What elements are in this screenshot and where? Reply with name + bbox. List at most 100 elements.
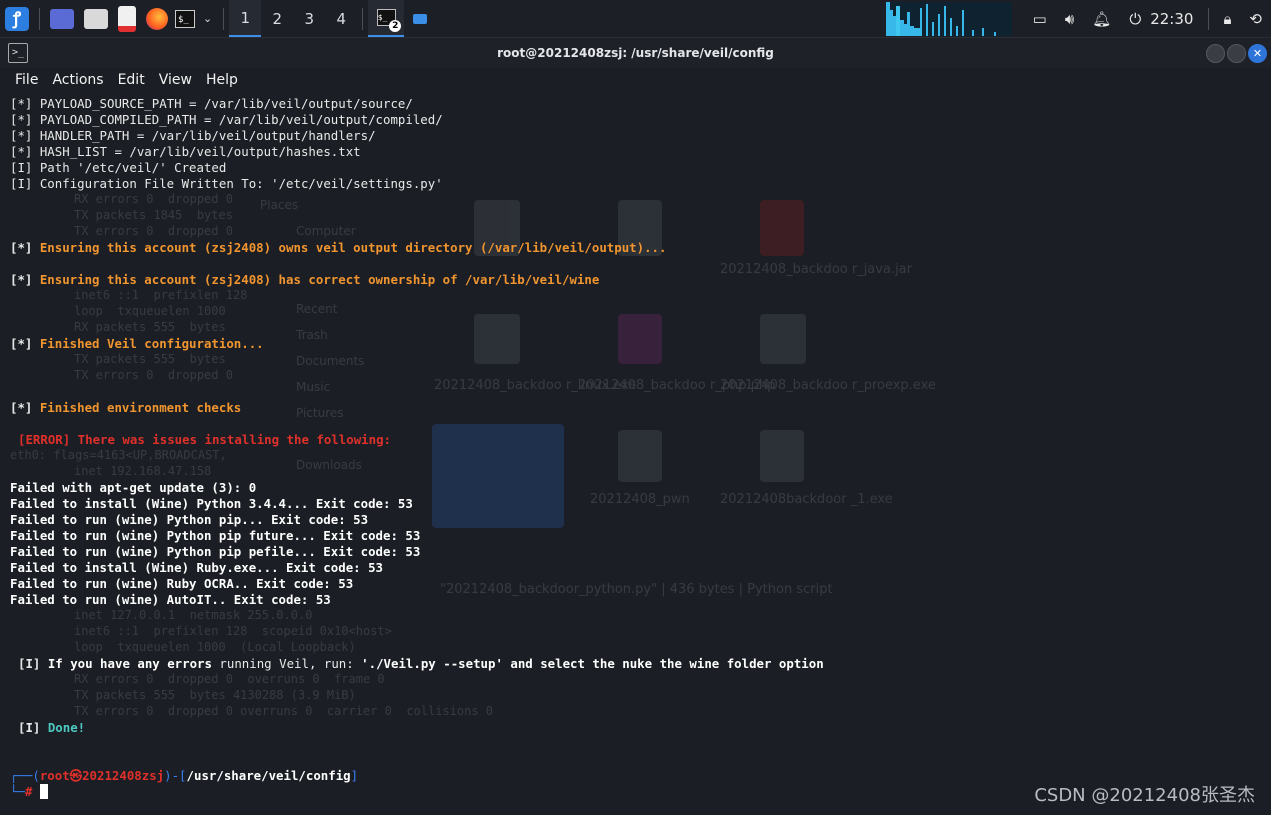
failure-line: Failed to install (Wine) Python 3.4.4...… bbox=[10, 496, 413, 511]
status-finished-config: [*] Finished Veil configuration... bbox=[10, 336, 264, 351]
folder-icon bbox=[84, 8, 108, 29]
folder-icon bbox=[413, 13, 428, 24]
config-line: [*] PAYLOAD_SOURCE_PATH = /var/lib/veil/… bbox=[10, 96, 413, 111]
text-cursor bbox=[39, 784, 48, 799]
maximize-button[interactable] bbox=[1227, 44, 1246, 63]
ghost-text-line: inet 127.0.0.1 netmask 255.0.0.0 bbox=[74, 608, 313, 622]
clock[interactable]: 22:30 bbox=[1150, 10, 1193, 28]
notification-bell-icon[interactable]: 🔔︎ bbox=[1092, 10, 1111, 28]
close-icon: ✕ bbox=[1252, 47, 1263, 60]
chevron-down-icon: ⌄ bbox=[203, 12, 213, 25]
ghost-file-icon bbox=[760, 200, 804, 256]
prompt-symbol: # bbox=[24, 784, 33, 799]
failure-line: Failed to run (wine) Python pip pefile..… bbox=[10, 544, 421, 559]
ghost-text-line: RX errors 0 dropped 0 bbox=[74, 192, 233, 206]
failure-line: Failed with apt-get update (3): 0 bbox=[10, 480, 257, 495]
launcher-dropdown[interactable]: ⌄ bbox=[197, 0, 218, 37]
menu-view[interactable]: View bbox=[159, 72, 192, 88]
ghost-place: Downloads bbox=[296, 458, 362, 472]
close-button[interactable]: ✕ bbox=[1248, 44, 1267, 63]
shell-prompt[interactable]: ┌──(root㉿20212408zsj)-[/usr/share/veil/c… bbox=[10, 768, 358, 784]
network-icon[interactable]: ▭ bbox=[1033, 10, 1047, 28]
terminal-output[interactable]: RX errors 0 dropped 0 TX packets 1845 by… bbox=[0, 92, 1271, 815]
prompt-path: /usr/share/veil/config bbox=[186, 768, 351, 783]
window-title: root@20212408zsj: /usr/share/veil/config bbox=[497, 46, 774, 60]
ghost-text-line: TX packets 1845 bytes bbox=[74, 208, 233, 222]
workspace-1[interactable]: 1 bbox=[229, 0, 262, 37]
file-manager-launcher[interactable] bbox=[79, 0, 113, 37]
workspace-3[interactable]: 3 bbox=[293, 0, 325, 37]
ghost-text-line: inet6 ::1 prefixlen 128 bbox=[74, 288, 248, 302]
text-editor-icon bbox=[118, 5, 136, 32]
ghost-text-line: RX errors 0 dropped 0 overruns 0 frame 0 bbox=[74, 672, 385, 686]
window-titlebar[interactable]: >_ root@20212408zsj: /usr/share/veil/con… bbox=[0, 38, 1271, 68]
failure-line: Failed to run (wine) Python pip... Exit … bbox=[10, 512, 369, 527]
system-tray: ▭ 🔊︎ 🔔︎ ⏻ 22:30 🔒︎ ⟲ bbox=[885, 0, 1271, 37]
ghost-text-line: TX errors 0 dropped 0 overruns 0 carrier… bbox=[74, 704, 494, 718]
config-line: [*] HANDLER_PATH = /var/lib/veil/output/… bbox=[10, 128, 376, 143]
minimize-button[interactable] bbox=[1206, 44, 1225, 63]
ghost-file-name: 20212408backdoor _1.exe bbox=[720, 492, 893, 507]
config-line: [I] Configuration File Written To: '/etc… bbox=[10, 176, 443, 191]
panel-separator bbox=[1208, 7, 1210, 30]
show-desktop-button[interactable] bbox=[45, 0, 79, 37]
failure-line: Failed to run (wine) Python pip future..… bbox=[10, 528, 421, 543]
ghost-file-icon bbox=[618, 314, 662, 364]
config-line: [*] HASH_LIST = /var/lib/veil/output/has… bbox=[10, 144, 361, 159]
failure-line: Failed to run (wine) AutoIT.. Exit code:… bbox=[10, 592, 331, 607]
workspace-4[interactable]: 4 bbox=[325, 0, 357, 37]
ghost-text-line: TX packets 555 bytes 4130288 (3.9 MiB) bbox=[74, 688, 356, 702]
ghost-file-icon bbox=[618, 430, 662, 482]
panel-separator bbox=[223, 7, 225, 30]
ghost-text-line: loop txqueuelen 1000 (Local Loopback) bbox=[74, 640, 356, 654]
panel-separator bbox=[39, 7, 40, 30]
menu-edit[interactable]: Edit bbox=[118, 72, 145, 88]
firefox-icon bbox=[146, 7, 168, 30]
error-header: [ERROR] There was issues installing the … bbox=[18, 432, 391, 447]
taskbar-file-manager[interactable] bbox=[404, 0, 436, 37]
menu-help[interactable]: Help bbox=[206, 72, 238, 88]
terminal-window-icon[interactable]: >_ bbox=[8, 43, 28, 63]
ghost-place: Places bbox=[260, 198, 299, 212]
ghost-file-name: 20212408_backdoo r_proexp.exe bbox=[720, 378, 936, 393]
watermark: CSDN @20212408张圣杰 bbox=[1034, 785, 1255, 806]
ghost-place: Computer bbox=[296, 224, 356, 238]
window-count-badge: 2 bbox=[389, 20, 402, 32]
background-window-ghost: RX errors 0 dropped 0 TX packets 1845 by… bbox=[0, 92, 1271, 815]
ghost-text-line: TX packets 555 bytes bbox=[74, 352, 226, 366]
cpu-graph-widget[interactable] bbox=[885, 1, 1012, 36]
logout-icon[interactable]: ⟲ bbox=[1249, 10, 1262, 28]
desktop-icon bbox=[50, 8, 74, 29]
menu-file[interactable]: File bbox=[15, 72, 38, 88]
firefox-launcher[interactable] bbox=[141, 0, 173, 37]
lock-icon[interactable]: 🔒︎ bbox=[1223, 10, 1231, 28]
taskbar-terminal-group[interactable]: $_ 2 bbox=[368, 0, 405, 37]
failure-line: Failed to install (Wine) Ruby.exe... Exi… bbox=[10, 560, 383, 575]
setup-hint: [I] If you have any errors running Veil,… bbox=[18, 656, 824, 671]
prompt-user: root㉿20212408zsj bbox=[39, 768, 165, 783]
shell-input-line[interactable]: └─# bbox=[10, 784, 48, 800]
ghost-place: Music bbox=[296, 380, 331, 394]
failure-line: Failed to run (wine) Ruby OCRA.. Exit co… bbox=[10, 576, 354, 591]
status-wine-ownership: [*] Ensuring this account (zsj2408) has … bbox=[10, 272, 600, 287]
power-status-icon[interactable]: ⏻ bbox=[1129, 10, 1141, 28]
cpu-graph-icon bbox=[885, 1, 996, 36]
menu-actions[interactable]: Actions bbox=[52, 72, 103, 88]
volume-icon[interactable]: 🔊︎ bbox=[1065, 10, 1074, 28]
menu-bar: File Actions Edit View Help bbox=[0, 68, 1271, 92]
ghost-text-line: loop txqueuelen 1000 bbox=[74, 304, 226, 318]
ghost-selected-file bbox=[432, 424, 564, 528]
ghost-place: Documents bbox=[296, 354, 365, 368]
ghost-file-icon bbox=[760, 314, 806, 364]
kali-menu-button[interactable]: ꝭ bbox=[0, 0, 34, 37]
ghost-text-line: eth0: flags=4163<UP,BROADCAST, bbox=[10, 448, 227, 462]
ghost-status-bar: "20212408_backdoor_python.py" | 436 byte… bbox=[440, 582, 833, 597]
done-message: [I] Done! bbox=[18, 720, 86, 735]
text-editor-launcher[interactable] bbox=[113, 0, 141, 37]
ghost-file-icon bbox=[760, 430, 804, 482]
workspace-2[interactable]: 2 bbox=[261, 0, 293, 37]
ghost-place: Pictures bbox=[296, 406, 344, 420]
terminal-icon: $_ bbox=[175, 9, 195, 28]
terminal-launcher[interactable]: $_ bbox=[173, 0, 197, 37]
ghost-text-line: TX errors 0 dropped 0 bbox=[74, 224, 233, 238]
